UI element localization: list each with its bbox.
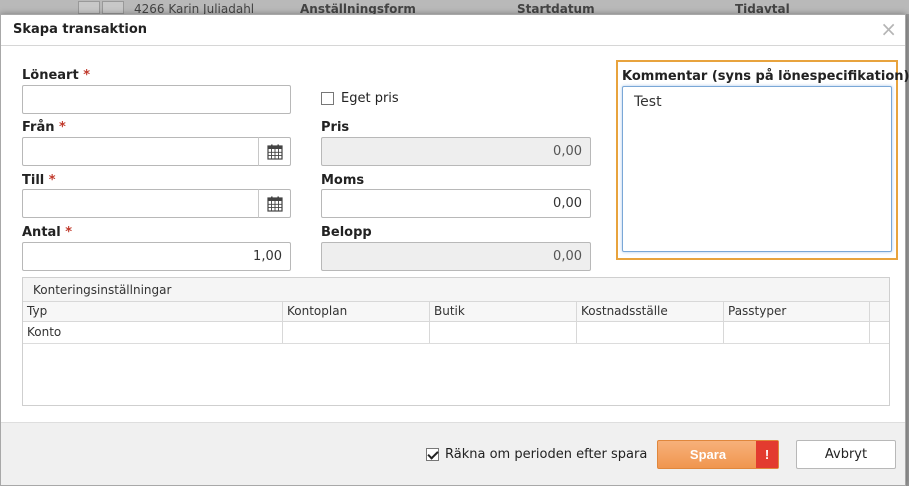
fran-calendar-button[interactable]	[258, 137, 291, 166]
fran-date-field	[22, 137, 291, 166]
column-header-butik[interactable]: Butik	[430, 302, 577, 321]
antal-input[interactable]	[22, 242, 291, 271]
background-col-tidavtal: Tidavtal	[735, 2, 790, 14]
loneart-label: Löneart *	[22, 68, 90, 83]
table-row[interactable]: Konto	[23, 322, 889, 344]
create-transaction-dialog: Skapa transaktion × Löneart * Från * Til…	[0, 14, 909, 486]
moms-label: Moms	[321, 173, 365, 188]
antal-label-text: Antal	[22, 225, 61, 240]
fran-label: Från *	[22, 120, 66, 135]
eget-pris-label: Eget pris	[341, 91, 399, 106]
save-button-label: Spara	[689, 447, 727, 462]
exclamation-icon[interactable]: !	[756, 441, 778, 468]
column-header-kostnadsstalle[interactable]: Kostnadsställe	[577, 302, 724, 321]
konto-grid-title: Konteringsinställningar	[23, 278, 889, 302]
till-label-text: Till	[22, 173, 45, 188]
belopp-input	[321, 242, 591, 271]
cell-butik[interactable]	[430, 322, 577, 343]
recalc-period-checkbox[interactable]	[426, 448, 439, 461]
background-row-text: 4266 Karin Juliadahl	[134, 2, 255, 14]
loneart-label-text: Löneart	[22, 68, 79, 83]
antal-label: Antal *	[22, 225, 72, 240]
belopp-label: Belopp	[321, 225, 372, 240]
pris-input	[321, 137, 591, 166]
column-header-kontoplan[interactable]: Kontoplan	[283, 302, 430, 321]
till-input[interactable]	[22, 189, 259, 218]
cell-passtyper[interactable]	[724, 322, 870, 343]
background-nav-next	[102, 1, 124, 14]
column-header-typ[interactable]: Typ	[23, 302, 283, 321]
till-label: Till *	[22, 173, 56, 188]
till-calendar-button[interactable]	[258, 189, 291, 218]
fran-required-mark: *	[59, 120, 66, 135]
till-date-field	[22, 189, 291, 218]
calendar-icon	[266, 196, 283, 212]
dialog-footer: Räkna om perioden efter spara Spara ! Av…	[1, 422, 905, 485]
kommentar-textarea[interactable]	[622, 86, 892, 252]
recalc-period-label: Räkna om perioden efter spara	[445, 447, 648, 462]
kommentar-label: Kommentar (syns på lönespecifikation)	[622, 69, 909, 84]
eget-pris-checkbox[interactable]	[321, 92, 334, 105]
kommentar-field: Kommentar (syns på lönespecifikation)	[616, 60, 909, 260]
moms-input[interactable]	[321, 189, 591, 218]
column-header-passtyper[interactable]: Passtyper	[724, 302, 870, 321]
fran-label-text: Från	[22, 120, 55, 135]
antal-required-mark: *	[65, 225, 73, 240]
cell-kostnadsstalle[interactable]	[577, 322, 724, 343]
cell-typ: Konto	[23, 322, 283, 343]
calendar-icon	[266, 144, 283, 160]
close-icon[interactable]: ×	[880, 17, 897, 41]
background-col-anstallningsform: Anställningsform	[300, 2, 416, 14]
cell-kontoplan[interactable]	[283, 322, 430, 343]
save-button[interactable]: Spara !	[657, 440, 779, 469]
loneart-required-mark: *	[83, 68, 91, 83]
fran-input[interactable]	[22, 137, 259, 166]
dialog-title: Skapa transaktion	[13, 22, 148, 37]
dialog-header: Skapa transaktion ×	[1, 15, 905, 46]
background-page-header: 4266 Karin Juliadahl Anställningsform St…	[0, 0, 909, 14]
row-scroll-spacer	[870, 322, 889, 343]
cancel-button[interactable]: Avbryt	[796, 440, 896, 469]
background-col-startdatum: Startdatum	[517, 2, 595, 14]
konto-grid-header: Typ Kontoplan Butik Kostnadsställe Passt…	[23, 302, 889, 322]
till-required-mark: *	[48, 173, 56, 188]
background-nav-prev	[78, 1, 100, 14]
konto-grid: Konteringsinställningar Typ Kontoplan Bu…	[22, 277, 890, 406]
loneart-input[interactable]	[22, 85, 291, 114]
pris-label: Pris	[321, 120, 350, 135]
column-header-scroll-spacer	[870, 302, 889, 321]
